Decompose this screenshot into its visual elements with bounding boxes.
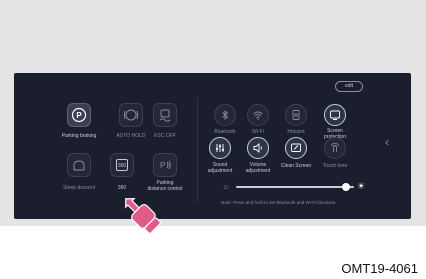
pointing-hand-icon xyxy=(119,192,165,238)
parking-distance-toggle[interactable]: P xyxy=(153,153,177,177)
steep-descent-toggle[interactable] xyxy=(67,153,91,177)
brightness-slider-track[interactable] xyxy=(236,186,354,188)
parking-brake-toggle[interactable]: P xyxy=(67,103,91,127)
clean-screen-icon xyxy=(290,142,302,154)
parking-brake-label: Parking braking xyxy=(61,133,97,139)
esc-off-label: ESC OFF xyxy=(154,133,176,139)
touch-tone-label: Touch tone xyxy=(322,163,348,169)
clean-screen-toggle[interactable] xyxy=(285,137,307,159)
hotspot-toggle[interactable] xyxy=(285,104,307,126)
bluetooth-icon xyxy=(219,109,231,121)
camera-360-icon: 360 xyxy=(114,157,130,173)
esc-off-icon xyxy=(157,107,173,123)
hotspot-icon xyxy=(290,109,302,121)
svg-text:P: P xyxy=(160,161,165,170)
svg-text:360: 360 xyxy=(118,163,127,169)
auto-hold-toggle[interactable] xyxy=(119,103,143,127)
auto-hold-icon xyxy=(123,107,139,123)
edit-button[interactable]: edit xyxy=(335,81,363,92)
parking-distance-label: Parking distance control xyxy=(147,180,183,192)
volume-toggle[interactable] xyxy=(247,137,269,159)
esc-off-toggle[interactable] xyxy=(153,103,177,127)
hold-note: Note: Press and hold to set Bluetooth an… xyxy=(221,200,336,205)
brightness-high-icon: ☀ xyxy=(357,181,366,191)
screen-protection-icon xyxy=(329,109,341,121)
camera-360-label: 360 xyxy=(117,185,127,191)
screen-protection-toggle[interactable] xyxy=(324,104,346,126)
parking-distance-icon: P xyxy=(157,157,173,173)
brightness-low-icon: ☼ xyxy=(222,182,230,191)
sound-adjustment-icon xyxy=(214,142,226,154)
steep-descent-label: Steep descent xyxy=(63,185,95,191)
figure-code: OMT19-4061 xyxy=(341,261,418,276)
volume-icon xyxy=(252,142,264,154)
chevron-left-icon[interactable]: ‹ xyxy=(385,135,389,149)
panel-divider xyxy=(197,97,198,203)
control-center-screen: edit P Parking braking AUTO HOLD ESC OFF… xyxy=(14,73,411,219)
camera-360-toggle[interactable]: 360 xyxy=(110,153,134,177)
brightness-slider-handle[interactable] xyxy=(341,183,350,191)
svg-text:P: P xyxy=(76,111,82,120)
sound-adjustment-toggle[interactable] xyxy=(209,137,231,159)
steep-descent-icon xyxy=(71,157,87,173)
wifi-toggle[interactable] xyxy=(247,104,269,126)
touch-tone-toggle[interactable] xyxy=(324,137,346,159)
touch-tone-icon xyxy=(329,142,341,154)
parking-brake-icon: P xyxy=(71,107,87,123)
bluetooth-toggle[interactable] xyxy=(214,104,236,126)
wifi-icon xyxy=(252,109,264,121)
